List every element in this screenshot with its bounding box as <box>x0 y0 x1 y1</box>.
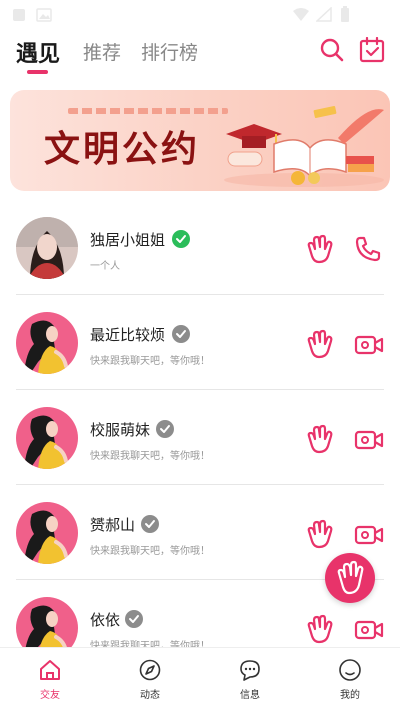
banner-decoration <box>68 108 228 114</box>
user-description: 一个人 <box>90 261 120 272</box>
video-call-icon <box>354 525 384 545</box>
tab-recommend[interactable]: 推荐 <box>83 38 121 65</box>
home-icon <box>40 660 60 680</box>
search-icon[interactable] <box>320 38 344 62</box>
waving-hand-icon <box>337 560 364 595</box>
video-call-icon <box>354 620 384 640</box>
bottom-navigation: 交友 动态 信息 我的 <box>0 647 400 711</box>
voice-call-button[interactable] <box>354 235 382 267</box>
nav-label: 信息 <box>240 690 260 701</box>
notification-square-icon <box>13 9 25 21</box>
nav-item-messages[interactable]: 信息 <box>200 648 300 711</box>
avatar[interactable] <box>16 312 78 374</box>
avatar[interactable] <box>16 502 78 564</box>
user-name: 独居小姐姐 <box>90 231 166 249</box>
verified-badge-icon <box>171 230 190 248</box>
phone-call-icon <box>355 236 381 262</box>
tab-ranking[interactable]: 排行榜 <box>141 38 198 65</box>
unverified-badge-icon <box>125 610 143 628</box>
tab-meet[interactable]: 遇见 <box>16 36 60 68</box>
user-description: 快来跟我聊天吧，等你哦！ <box>90 356 210 367</box>
banner-title: 文明公约 <box>44 128 201 170</box>
video-call-button[interactable] <box>354 617 384 647</box>
wave-button[interactable] <box>304 329 334 363</box>
convention-banner[interactable]: 文明公约 <box>10 90 390 191</box>
nav-label: 我的 <box>340 690 360 701</box>
video-call-button[interactable] <box>354 522 384 552</box>
compass-icon <box>139 659 161 681</box>
wifi-icon <box>293 8 309 21</box>
video-call-button[interactable] <box>354 332 384 362</box>
wave-hand-icon <box>307 424 333 454</box>
unverified-badge-icon <box>140 515 159 533</box>
battery-icon <box>341 6 349 22</box>
default-avatar-icon <box>16 312 78 374</box>
video-call-icon <box>354 335 384 355</box>
user-description: 快来跟我聊天吧，等你哦！ <box>90 451 210 462</box>
avatar[interactable] <box>16 217 78 279</box>
wave-button[interactable] <box>304 234 334 268</box>
user-name: 赟郝山 <box>90 516 136 534</box>
nav-label: 动态 <box>140 690 160 701</box>
wave-hand-icon <box>307 329 333 359</box>
avatar[interactable] <box>16 407 78 469</box>
signal-icon <box>316 7 332 22</box>
profile-icon <box>339 659 361 681</box>
wave-hand-icon <box>307 519 333 549</box>
calendar-check-icon[interactable] <box>359 37 385 63</box>
user-name: 最近比较烦 <box>90 326 166 344</box>
video-call-button[interactable] <box>354 427 384 457</box>
nav-item-moments[interactable]: 动态 <box>100 648 200 711</box>
user-row[interactable]: 最近比较烦快来跟我聊天吧，等你哦！ <box>0 295 400 390</box>
wave-button[interactable] <box>304 614 334 648</box>
active-tab-indicator <box>27 70 48 74</box>
books-illustration-icon <box>224 105 384 187</box>
user-description: 快来跟我聊天吧，等你哦！ <box>90 546 210 557</box>
video-call-icon <box>354 430 384 450</box>
user-name: 依依 <box>90 611 121 629</box>
nav-item-profile[interactable]: 我的 <box>300 648 400 711</box>
avatar-photo-icon <box>16 217 78 279</box>
wave-button[interactable] <box>304 424 334 458</box>
unverified-badge-icon <box>171 325 190 343</box>
status-time: 9:19 <box>356 6 388 22</box>
wave-hand-icon <box>307 234 333 264</box>
image-notification-icon <box>36 8 52 22</box>
wave-hand-icon <box>307 614 333 644</box>
user-row[interactable]: 校服萌妹快来跟我聊天吧，等你哦！ <box>0 390 400 485</box>
default-avatar-icon <box>16 407 78 469</box>
default-avatar-icon <box>16 502 78 564</box>
user-row[interactable]: 独居小姐姐 一个人 <box>0 200 400 295</box>
nav-item-friends[interactable]: 交友 <box>0 648 100 711</box>
nav-label: 交友 <box>40 690 60 701</box>
user-name: 校服萌妹 <box>90 421 151 439</box>
unverified-badge-icon <box>156 420 174 438</box>
wave-button[interactable] <box>304 519 334 553</box>
message-icon <box>240 660 260 681</box>
status-bar: 9:19 <box>0 0 400 30</box>
quick-greet-button[interactable] <box>325 553 375 603</box>
